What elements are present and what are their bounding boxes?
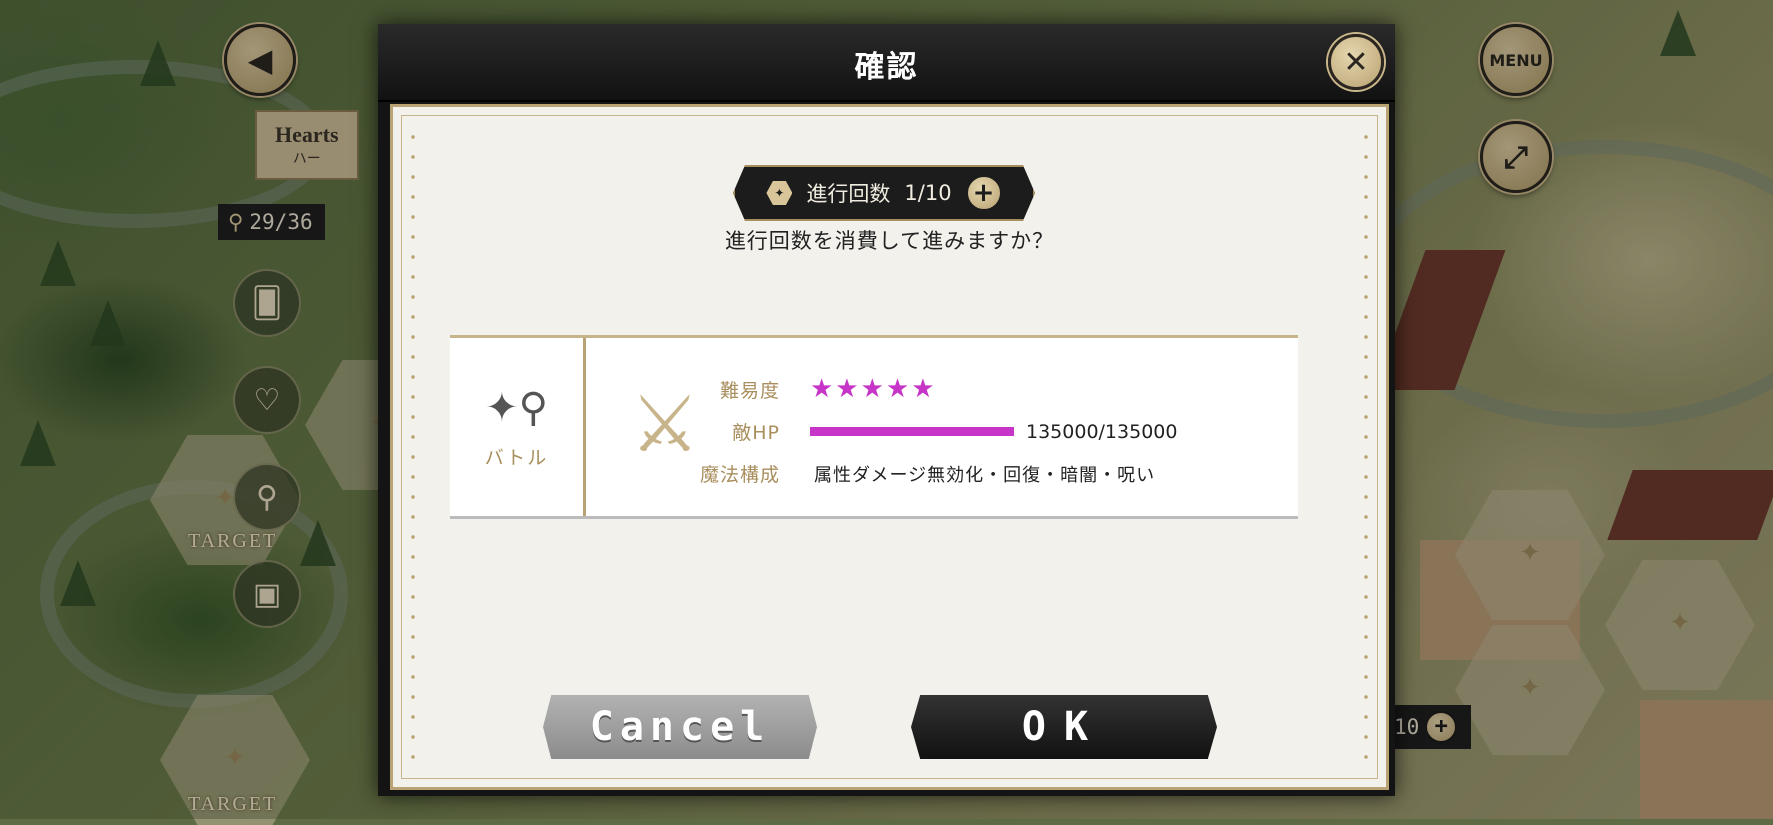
add-progress-button[interactable]: + bbox=[965, 175, 1002, 211]
progress-label: 進行回数 bbox=[806, 182, 891, 206]
dotted-border-left bbox=[411, 127, 415, 767]
enemy-hp-bar-fill bbox=[810, 427, 1014, 436]
progress-hex-icon: ✦ bbox=[766, 181, 793, 205]
enemy-hp-row: 敵HP 135000/135000 bbox=[680, 418, 1177, 445]
battle-info-card: ✦⚲ バトル ⚔ 難易度 ★★★★★ 敵HP 135000/135000 魔法構… bbox=[450, 335, 1298, 519]
close-icon: ✕ bbox=[1343, 44, 1369, 80]
difficulty-stars: ★★★★★ bbox=[810, 374, 937, 404]
difficulty-row: 難易度 ★★★★★ bbox=[680, 374, 937, 404]
battle-type-label: バトル bbox=[484, 446, 549, 469]
close-button[interactable]: ✕ bbox=[1328, 34, 1384, 90]
scepter-icon: ✦⚲ bbox=[485, 384, 548, 431]
difficulty-label: 難易度 bbox=[719, 379, 780, 402]
progress-count-pill: ✦ 進行回数 1/10 + bbox=[733, 165, 1035, 221]
magic-row: 魔法構成 属性ダメージ無効化・回復・暗闇・呪い bbox=[680, 460, 1155, 487]
battle-type-column: ✦⚲ バトル bbox=[450, 338, 586, 516]
cancel-button[interactable]: Cancel bbox=[543, 695, 817, 759]
dialog-body: ✦ 進行回数 1/10 + 進行回数を消費して進みますか？ ✦⚲ バトル ⚔ 難… bbox=[390, 104, 1389, 790]
enemy-hp-label: 敵HP bbox=[732, 422, 780, 444]
magic-label: 魔法構成 bbox=[699, 464, 780, 486]
confirm-dialog: 確認 ✕ ✦ 進行回数 1/10 + 進行回数を消費して進みますか？ ✦⚲ バト… bbox=[378, 24, 1395, 796]
confirm-question: 進行回数を消費して進みますか？ bbox=[724, 229, 1055, 253]
dialog-header: 確認 ✕ bbox=[378, 24, 1395, 102]
enemy-hp-bar bbox=[810, 427, 1014, 436]
dotted-border-right bbox=[1364, 127, 1368, 767]
progress-value: 1/10 bbox=[904, 181, 952, 205]
dialog-title: 確認 bbox=[854, 50, 919, 85]
ok-button[interactable]: OK bbox=[911, 695, 1217, 759]
enemy-hp-value: 135000/135000 bbox=[1026, 420, 1178, 443]
magic-value: 属性ダメージ無効化・回復・暗闇・呪い bbox=[814, 464, 1156, 486]
